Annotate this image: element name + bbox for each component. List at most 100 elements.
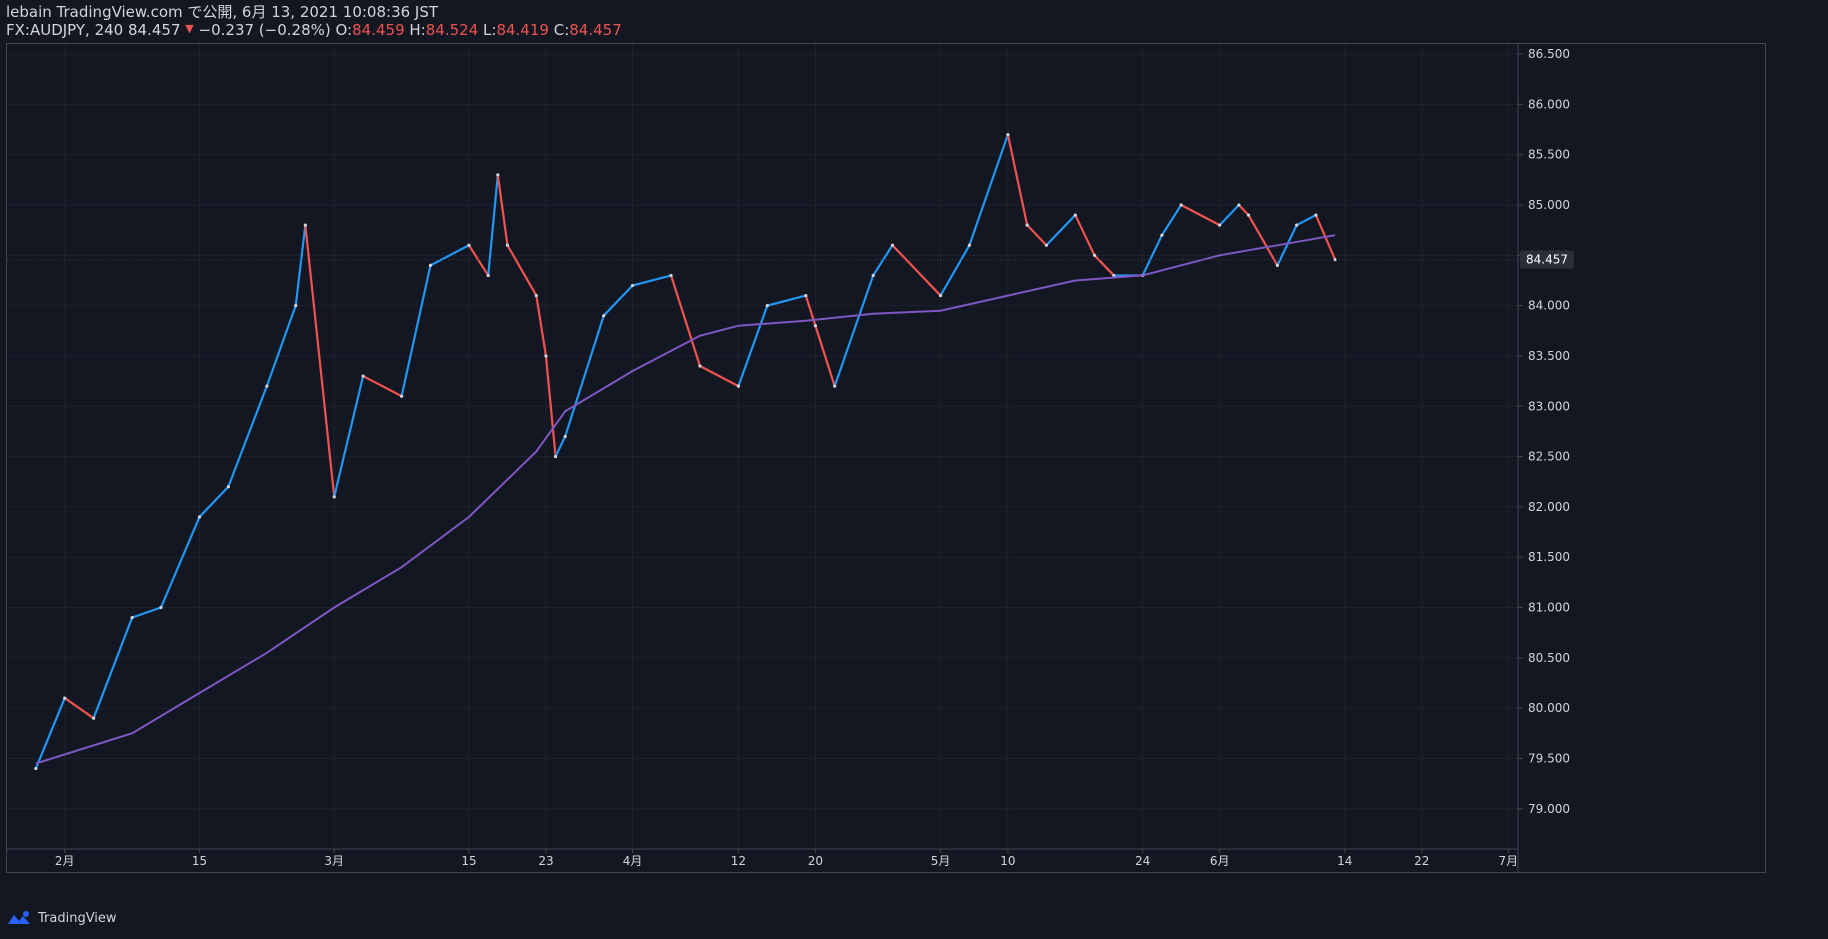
price-segment	[602, 284, 634, 317]
price-point	[1275, 263, 1279, 267]
ohlc-legend: FX:AUDJPY, 240 84.457 ▼ −0.237 (−0.28%) …	[6, 21, 622, 41]
x-tick-label: 7月	[1499, 854, 1519, 868]
y-tick-label: 83.000	[1528, 399, 1570, 413]
price-segment	[468, 244, 490, 277]
y-tick-label: 86.000	[1528, 97, 1570, 111]
x-tick-label: 24	[1135, 854, 1150, 868]
y-tick-label: 81.000	[1528, 601, 1570, 615]
price-segment	[487, 174, 499, 276]
price-segment	[1006, 134, 1029, 226]
price-point	[1006, 132, 1010, 137]
price-point	[544, 354, 548, 358]
price-point	[1218, 223, 1222, 227]
price-point	[967, 243, 972, 247]
price-point	[669, 273, 673, 278]
y-tick-label: 82.500	[1528, 450, 1570, 464]
price-point	[303, 223, 307, 227]
last-price: 84.457	[128, 21, 181, 39]
publish-info: lebain TradingView.com で公開, 6月 13, 2021 …	[6, 3, 439, 21]
price-point	[130, 615, 134, 620]
price-segment	[333, 375, 365, 498]
x-tick-label: 20	[808, 854, 823, 868]
price-point	[534, 293, 538, 298]
price-point	[765, 304, 769, 308]
price-point	[563, 434, 567, 439]
price-segment	[699, 365, 739, 388]
moving-average-line	[35, 234, 1336, 765]
price-segment	[535, 295, 548, 357]
y-tick-label: 80.000	[1528, 701, 1570, 715]
x-tick-label: 10	[1000, 854, 1015, 868]
high-label: H:	[409, 21, 426, 39]
price-chart[interactable]: 86.50086.00085.50085.00084.50084.00083.5…	[7, 44, 1767, 874]
y-tick-label: 85.000	[1528, 198, 1570, 212]
y-tick-label: 85.500	[1528, 148, 1570, 162]
x-tick-label: 2月	[55, 854, 75, 868]
x-tick-label: 15	[461, 854, 476, 868]
change-value: −0.237 (−0.28%)	[198, 21, 331, 39]
price-point	[265, 384, 269, 388]
price-point	[736, 384, 741, 388]
price-point	[1314, 213, 1318, 217]
price-point	[1295, 223, 1299, 227]
price-point	[467, 243, 471, 247]
price-segment	[632, 274, 672, 287]
price-segment	[737, 305, 769, 387]
down-triangle-icon: ▼	[185, 22, 194, 35]
price-point	[833, 384, 837, 388]
symbol-label: FX:AUDJPY, 240	[6, 21, 124, 39]
low-value: 84.419	[496, 21, 549, 39]
price-segment	[1238, 204, 1250, 216]
price-point	[1025, 223, 1029, 227]
chart-pane[interactable]: 86.50086.00085.50085.00084.50084.00083.5…	[6, 43, 1767, 874]
price-segment	[198, 485, 230, 518]
price-point	[890, 243, 895, 247]
price-point	[1044, 243, 1049, 247]
x-tick-label: 23	[538, 854, 553, 868]
price-segment	[1247, 214, 1279, 266]
price-point	[553, 454, 558, 459]
price-point	[428, 263, 433, 267]
price-segment	[767, 294, 807, 307]
price-segment	[506, 244, 538, 297]
y-tick-label: 84.000	[1528, 299, 1570, 313]
price-point	[332, 495, 336, 499]
price-segment	[1160, 204, 1183, 236]
price-point	[159, 605, 163, 610]
price-segment	[968, 134, 1009, 246]
y-tick-label: 86.500	[1528, 47, 1570, 61]
close-label: C:	[553, 21, 570, 39]
price-segment	[265, 305, 297, 387]
price-point	[505, 243, 510, 247]
price-segment	[227, 385, 268, 488]
open-value: 84.459	[352, 21, 405, 39]
x-tick-label: 15	[192, 854, 207, 868]
price-point	[1092, 253, 1097, 257]
price-point	[1160, 233, 1164, 237]
price-segment	[1026, 224, 1048, 247]
price-segment	[400, 265, 432, 397]
price-segment	[294, 224, 307, 306]
tradingview-logo-icon	[8, 911, 30, 924]
current-price-label: 84.457	[1526, 253, 1568, 267]
x-tick-label: 22	[1414, 854, 1429, 868]
price-point	[1246, 213, 1251, 217]
x-tick-label: 3月	[324, 854, 344, 868]
price-point	[1073, 213, 1077, 217]
price-point	[197, 515, 202, 519]
price-point	[63, 696, 67, 700]
open-label: O:	[335, 21, 353, 39]
price-segment	[159, 516, 201, 608]
x-tick-label: 14	[1337, 854, 1352, 868]
x-tick-label: 12	[731, 854, 746, 868]
low-label: L:	[483, 21, 497, 39]
y-tick-label: 79.500	[1528, 751, 1570, 765]
price-segment	[131, 606, 162, 619]
x-tick-label: 6月	[1210, 854, 1230, 868]
price-point	[1179, 203, 1183, 207]
close-value: 84.457	[569, 21, 622, 39]
price-segment	[833, 275, 875, 387]
price-point	[496, 173, 500, 177]
price-point	[361, 374, 365, 378]
price-segment	[496, 174, 509, 246]
